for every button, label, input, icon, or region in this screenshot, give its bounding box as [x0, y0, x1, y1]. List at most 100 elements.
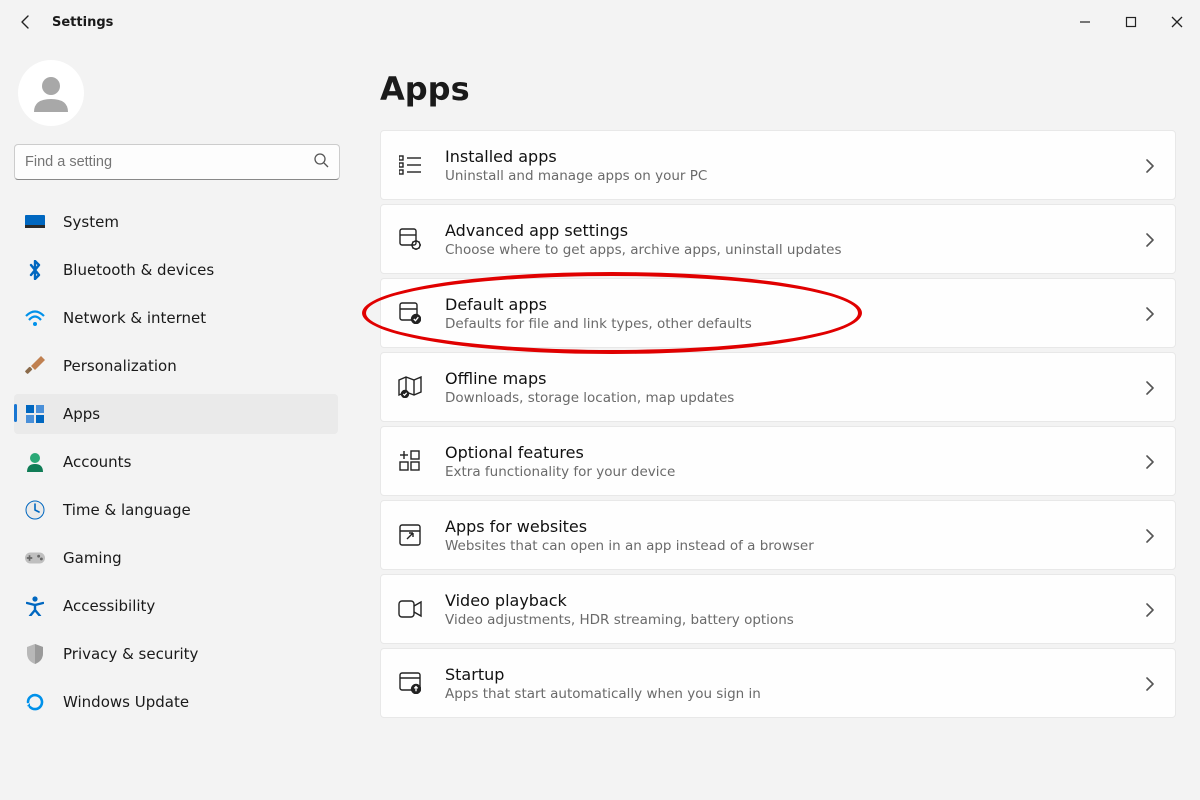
chevron-right-icon [1145, 380, 1159, 394]
search-icon [313, 152, 329, 172]
card-subtitle: Apps that start automatically when you s… [445, 686, 1145, 702]
card-title: Apps for websites [445, 517, 1145, 536]
sidebar-item-personalization[interactable]: Personalization [14, 346, 338, 386]
card-text: Offline maps Downloads, storage location… [445, 369, 1145, 406]
sidebar-item-label: Network & internet [63, 309, 206, 327]
card-default[interactable]: Default apps Defaults for file and link … [380, 278, 1176, 348]
sidebar-item-label: Gaming [63, 549, 122, 567]
avatar [18, 60, 84, 126]
sidebar-item-network[interactable]: Network & internet [14, 298, 338, 338]
card-text: Advanced app settings Choose where to ge… [445, 221, 1145, 258]
system-icon [25, 212, 45, 232]
close-button[interactable] [1154, 0, 1200, 44]
sidebar-item-privacy[interactable]: Privacy & security [14, 634, 338, 674]
card-list: Installed apps Uninstall and manage apps… [380, 130, 1176, 718]
card-advanced[interactable]: Advanced app settings Choose where to ge… [380, 204, 1176, 274]
card-text: Apps for websites Websites that can open… [445, 517, 1145, 554]
sidebar-item-apps[interactable]: Apps [14, 394, 338, 434]
maps-icon [397, 374, 423, 400]
window-controls [1062, 0, 1200, 44]
personalization-icon [25, 356, 45, 376]
back-button[interactable] [16, 12, 36, 32]
titlebar: Settings [0, 0, 1200, 44]
card-text: Default apps Defaults for file and link … [445, 295, 1145, 332]
card-title: Installed apps [445, 147, 1145, 166]
optional-icon [397, 448, 423, 474]
card-text: Startup Apps that start automatically wh… [445, 665, 1145, 702]
card-maps[interactable]: Offline maps Downloads, storage location… [380, 352, 1176, 422]
card-websites[interactable]: Apps for websites Websites that can open… [380, 500, 1176, 570]
main-panel: Apps Installed apps Uninstall and manage… [344, 44, 1200, 800]
card-subtitle: Downloads, storage location, map updates [445, 390, 1145, 406]
sidebar-item-gaming[interactable]: Gaming [14, 538, 338, 578]
sidebar-item-label: Accounts [63, 453, 131, 471]
sidebar-item-label: Privacy & security [63, 645, 198, 663]
chevron-right-icon [1145, 232, 1159, 246]
card-subtitle: Websites that can open in an app instead… [445, 538, 1145, 554]
card-title: Optional features [445, 443, 1145, 462]
card-installed[interactable]: Installed apps Uninstall and manage apps… [380, 130, 1176, 200]
card-text: Installed apps Uninstall and manage apps… [445, 147, 1145, 184]
sidebar-item-label: Time & language [63, 501, 191, 519]
default-icon [397, 300, 423, 326]
sidebar-item-system[interactable]: System [14, 202, 338, 242]
chevron-right-icon [1145, 528, 1159, 542]
card-subtitle: Choose where to get apps, archive apps, … [445, 242, 1145, 258]
card-subtitle: Video adjustments, HDR streaming, batter… [445, 612, 1145, 628]
card-startup[interactable]: Startup Apps that start automatically wh… [380, 648, 1176, 718]
card-title: Video playback [445, 591, 1145, 610]
card-text: Optional features Extra functionality fo… [445, 443, 1145, 480]
advanced-icon [397, 226, 423, 252]
apps-icon [25, 404, 45, 424]
user-avatar-row[interactable] [14, 52, 344, 144]
chevron-right-icon [1145, 306, 1159, 320]
installed-icon [397, 152, 423, 178]
accessibility-icon [25, 596, 45, 616]
sidebar: System Bluetooth & devices Network & int… [0, 44, 344, 800]
card-optional[interactable]: Optional features Extra functionality fo… [380, 426, 1176, 496]
update-icon [25, 692, 45, 712]
network-icon [25, 308, 45, 328]
sidebar-item-bluetooth[interactable]: Bluetooth & devices [14, 250, 338, 290]
minimize-button[interactable] [1062, 0, 1108, 44]
sidebar-item-label: Apps [63, 405, 100, 423]
app-title: Settings [52, 15, 113, 30]
time-icon [25, 500, 45, 520]
card-title: Default apps [445, 295, 1145, 314]
titlebar-left: Settings [16, 12, 113, 32]
chevron-right-icon [1145, 676, 1159, 690]
sidebar-item-label: System [63, 213, 119, 231]
card-title: Offline maps [445, 369, 1145, 388]
sidebar-item-label: Accessibility [63, 597, 155, 615]
sidebar-item-time[interactable]: Time & language [14, 490, 338, 530]
sidebar-item-accounts[interactable]: Accounts [14, 442, 338, 482]
sidebar-item-accessibility[interactable]: Accessibility [14, 586, 338, 626]
sidebar-item-label: Personalization [63, 357, 177, 375]
sidebar-nav: System Bluetooth & devices Network & int… [14, 198, 344, 726]
video-icon [397, 596, 423, 622]
card-text: Video playback Video adjustments, HDR st… [445, 591, 1145, 628]
bluetooth-icon [25, 260, 45, 280]
maximize-button[interactable] [1108, 0, 1154, 44]
card-subtitle: Extra functionality for your device [445, 464, 1145, 480]
websites-icon [397, 522, 423, 548]
chevron-right-icon [1145, 454, 1159, 468]
privacy-icon [25, 644, 45, 664]
accounts-icon [25, 452, 45, 472]
card-title: Startup [445, 665, 1145, 684]
startup-icon [397, 670, 423, 696]
content: System Bluetooth & devices Network & int… [0, 44, 1200, 800]
gaming-icon [25, 548, 45, 568]
card-title: Advanced app settings [445, 221, 1145, 240]
chevron-right-icon [1145, 158, 1159, 172]
sidebar-item-label: Windows Update [63, 693, 189, 711]
search-box[interactable] [14, 144, 340, 180]
card-subtitle: Defaults for file and link types, other … [445, 316, 1145, 332]
sidebar-item-label: Bluetooth & devices [63, 261, 214, 279]
search-input[interactable] [25, 154, 313, 170]
card-video[interactable]: Video playback Video adjustments, HDR st… [380, 574, 1176, 644]
chevron-right-icon [1145, 602, 1159, 616]
sidebar-item-update[interactable]: Windows Update [14, 682, 338, 722]
card-subtitle: Uninstall and manage apps on your PC [445, 168, 1145, 184]
page-title: Apps [380, 70, 1176, 108]
